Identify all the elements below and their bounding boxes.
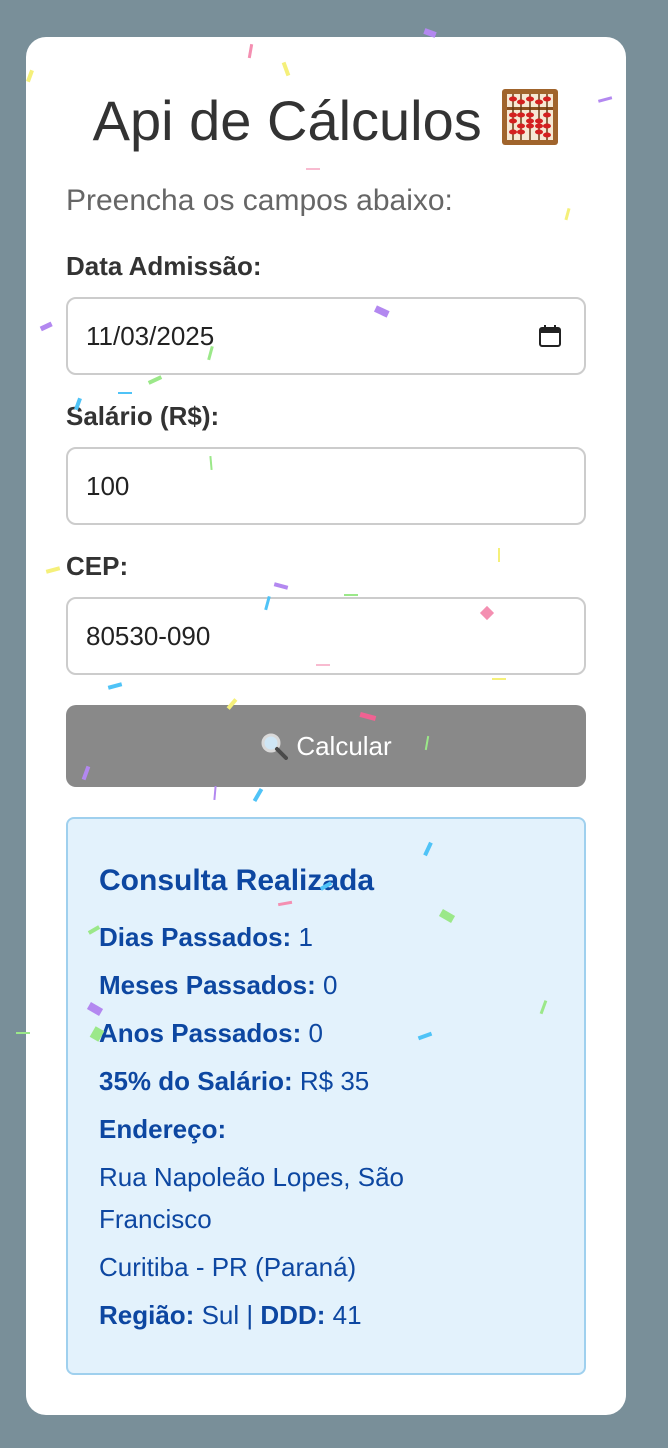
calculate-button-label: Calcular xyxy=(296,731,392,761)
address-district: Francisco xyxy=(99,1204,212,1234)
admission-date-label: Data Admissão: xyxy=(66,251,262,281)
form-card: Api de Cálculos Preencha os campos abaix… xyxy=(26,37,626,1415)
salary-label: Salário (R$): xyxy=(66,401,220,431)
months-passed-label: Meses Passados: xyxy=(99,970,316,1000)
page-title: Api de Cálculos xyxy=(26,87,626,155)
result-panel: Consulta Realizada Dias Passados: 1 Mese… xyxy=(66,817,586,1375)
months-passed-row: Meses Passados: 0 xyxy=(99,969,338,1001)
address-label: Endereço: xyxy=(99,1114,227,1144)
calendar-icon[interactable] xyxy=(538,324,562,348)
salary-percent-value: R$ 35 xyxy=(299,1066,370,1096)
months-passed-value: 0 xyxy=(323,970,338,1000)
years-passed-value: 0 xyxy=(308,1018,323,1048)
ddd-value: 41 xyxy=(332,1300,362,1330)
ddd-label: DDD: xyxy=(260,1300,326,1330)
page-title-text: Api de Cálculos xyxy=(92,89,482,152)
salary-percent-row: 35% do Salário: R$ 35 xyxy=(99,1065,369,1097)
days-passed-value: 1 xyxy=(298,922,313,952)
abacus-icon xyxy=(502,89,559,145)
years-passed-label: Anos Passados: xyxy=(99,1018,302,1048)
admission-date-value: 11/03/2025 xyxy=(86,321,215,351)
admission-date-input[interactable]: 11/03/2025 xyxy=(66,297,586,375)
days-passed-label: Dias Passados: xyxy=(99,922,292,952)
cep-input[interactable]: 80530-090 xyxy=(66,597,586,675)
salary-percent-label: 35% do Salário: xyxy=(99,1066,293,1096)
region-label: Região: xyxy=(99,1300,195,1330)
region-separator: | xyxy=(246,1300,254,1330)
salary-value: 100 xyxy=(86,471,130,501)
address-street: Rua Napoleão Lopes, São xyxy=(99,1162,405,1192)
salary-input[interactable]: 100 xyxy=(66,447,586,525)
form-instructions: Preencha os campos abaixo: xyxy=(66,184,453,217)
result-heading: Consulta Realizada xyxy=(99,864,375,897)
years-passed-row: Anos Passados: 0 xyxy=(99,1017,323,1049)
magnifier-icon xyxy=(261,733,289,760)
address-row: Endereço: xyxy=(99,1113,226,1145)
cep-label: CEP: xyxy=(66,551,129,581)
address-city-state: Curitiba - PR (Paraná) xyxy=(99,1252,357,1282)
cep-value: 80530-090 xyxy=(86,621,211,651)
region-row: Região: Sul | DDD: 41 xyxy=(99,1299,362,1331)
days-passed-row: Dias Passados: 1 xyxy=(99,921,313,953)
calculate-button[interactable]: Calcular xyxy=(66,705,586,787)
region-value: Sul xyxy=(201,1300,240,1330)
